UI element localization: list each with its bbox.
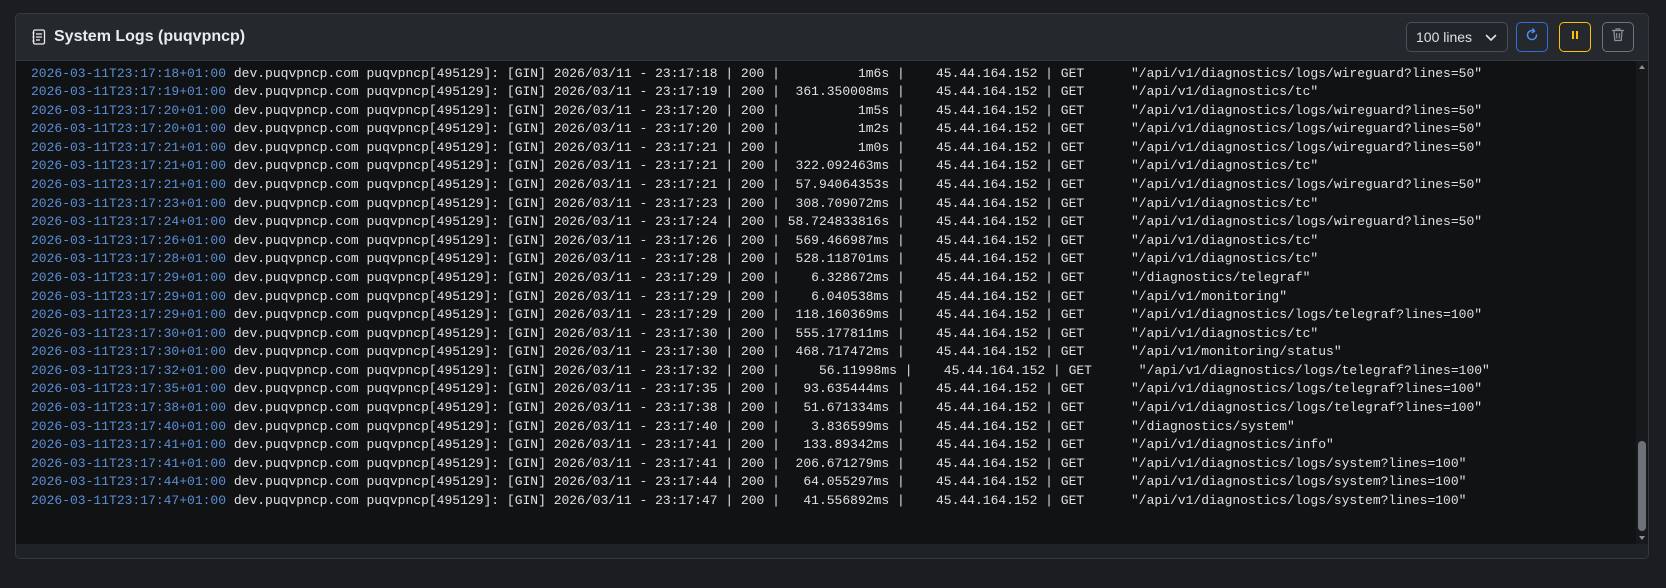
log-line: 2026-03-11T23:17:24+01:00 dev.puqvpncp.c… xyxy=(16,213,1636,232)
log-line: 2026-03-11T23:17:30+01:00 dev.puqvpncp.c… xyxy=(16,325,1636,344)
log-timestamp: 2026-03-11T23:17:30+01:00 xyxy=(31,325,227,341)
log-timestamp: 2026-03-11T23:17:30+01:00 xyxy=(31,344,227,360)
log-message: dev.puqvpncp.com puqvpncp[495129]: [GIN]… xyxy=(226,251,1319,267)
panel-header: System Logs (puqvpncp) 100 lines xyxy=(16,14,1648,61)
log-lines: 2026-03-11T23:17:18+01:00 dev.puqvpncp.c… xyxy=(16,61,1636,510)
log-line: 2026-03-11T23:17:20+01:00 dev.puqvpncp.c… xyxy=(16,120,1636,139)
log-timestamp: 2026-03-11T23:17:32+01:00 xyxy=(31,362,227,378)
log-line: 2026-03-11T23:17:30+01:00 dev.puqvpncp.c… xyxy=(16,343,1636,362)
log-message: dev.puqvpncp.com puqvpncp[495129]: [GIN]… xyxy=(226,288,1288,304)
log-timestamp: 2026-03-11T23:17:18+01:00 xyxy=(31,61,226,62)
trash-icon xyxy=(1611,27,1625,47)
log-message: dev.puqvpncp.com puqvpncp[495129]: [GIN]… xyxy=(226,399,1483,415)
system-logs-panel: System Logs (puqvpncp) 100 lines 2026-03… xyxy=(15,13,1649,559)
log-timestamp: 2026-03-11T23:17:29+01:00 xyxy=(31,307,227,323)
log-timestamp: 2026-03-11T23:17:44+01:00 xyxy=(31,474,227,490)
log-message: dev.puqvpncp.com puqvpncp[495129]: [GIN]… xyxy=(226,455,1467,471)
log-line: 2026-03-11T23:17:21+01:00 dev.puqvpncp.c… xyxy=(16,157,1636,176)
log-message: dev.puqvpncp.com puqvpncp[495129]: [GIN]… xyxy=(226,84,1319,100)
log-message: dev.puqvpncp.com puqvpncp[495129]: [GIN]… xyxy=(226,474,1467,490)
refresh-icon xyxy=(1525,27,1539,47)
log-timestamp: 2026-03-11T23:17:41+01:00 xyxy=(31,455,227,471)
log-line: 2026-03-11T23:17:35+01:00 dev.puqvpncp.c… xyxy=(16,380,1636,399)
log-message: dev.puqvpncp.com puqvpncp[495129]: [GIN]… xyxy=(226,121,1483,137)
log-message: dev.puqvpncp.com puqvpncp[495129]: [GIN]… xyxy=(226,362,1490,378)
log-message: dev.puqvpncp.com puqvpncp[495129]: [GIN]… xyxy=(226,381,1483,397)
log-timestamp: 2026-03-11T23:17:35+01:00 xyxy=(31,381,227,397)
log-timestamp: 2026-03-11T23:17:40+01:00 xyxy=(31,418,227,434)
pause-button[interactable] xyxy=(1559,22,1591,52)
log-message: dev.puqvpncp.com puqvpncp[495129]: [GIN]… xyxy=(226,344,1342,360)
log-line: 2026-03-11T23:17:20+01:00 dev.puqvpncp.c… xyxy=(16,102,1636,121)
log-timestamp: 2026-03-11T23:17:28+01:00 xyxy=(31,251,227,267)
log-line: 2026-03-11T23:17:32+01:00 dev.puqvpncp.c… xyxy=(16,362,1636,381)
log-timestamp: 2026-03-11T23:17:26+01:00 xyxy=(31,232,227,248)
log-timestamp: 2026-03-11T23:17:21+01:00 xyxy=(31,158,227,174)
lines-select[interactable]: 100 lines xyxy=(1406,22,1508,52)
journal-text-icon xyxy=(31,29,48,46)
lines-select-value: 100 lines xyxy=(1416,29,1473,45)
log-timestamp: 2026-03-11T23:17:41+01:00 xyxy=(31,437,227,453)
log-line: 2026-03-11T23:17:38+01:00 dev.puqvpncp.c… xyxy=(16,399,1636,418)
panel-footer xyxy=(16,544,1648,558)
log-message: dev.puqvpncp.com puqvpncp[495129]: [GIN]… xyxy=(226,232,1319,248)
log-timestamp: 2026-03-11T23:17:38+01:00 xyxy=(31,399,227,415)
log-line: 2026-03-11T23:17:21+01:00 dev.puqvpncp.c… xyxy=(16,176,1636,195)
log-message: dev.puqvpncp.com puqvpncp[495129]: [GIN]… xyxy=(226,269,1311,285)
log-message: dev.puqvpncp.com puqvpncp[495129]: [GIN]… xyxy=(226,65,1483,81)
log-timestamp: 2026-03-11T23:17:24+01:00 xyxy=(31,214,227,230)
chevron-down-icon xyxy=(1485,29,1497,45)
log-line: 2026-03-11T23:17:41+01:00 dev.puqvpncp.c… xyxy=(16,436,1636,455)
log-timestamp: 2026-03-11T23:17:23+01:00 xyxy=(31,195,227,211)
log-line: 2026-03-11T23:17:28+01:00 dev.puqvpncp.c… xyxy=(16,250,1636,269)
log-timestamp: 2026-03-11T23:17:19+01:00 xyxy=(31,84,227,100)
log-timestamp: 2026-03-11T23:17:47+01:00 xyxy=(31,492,227,508)
log-line: 2026-03-11T23:17:47+01:00 dev.puqvpncp.c… xyxy=(16,492,1636,511)
log-message: dev.puqvpncp.com puqvpncp[495129]: [GIN]… xyxy=(226,158,1319,174)
log-line: 2026-03-11T23:17:23+01:00 dev.puqvpncp.c… xyxy=(16,195,1636,214)
log-message: dev.puqvpncp.com puqvpncp[495129]: [GIN]… xyxy=(226,139,1483,155)
log-message: dev.puqvpncp.com puqvpncp[495129]: [GIN]… xyxy=(226,437,1334,453)
log-output[interactable]: 2026-03-11T23:17:18+01:00 dev.puqvpncp.c… xyxy=(16,61,1636,544)
log-line: 2026-03-11T23:17:21+01:00 dev.puqvpncp.c… xyxy=(16,139,1636,158)
clear-logs-button[interactable] xyxy=(1602,22,1634,52)
panel-title: System Logs (puqvpncp) xyxy=(31,14,245,60)
log-message: dev.puqvpncp.com puqvpncp[495129]: [GIN]… xyxy=(226,325,1319,341)
log-message: dev.puqvpncp.com puqvpncp[495129]: [GIN]… xyxy=(226,492,1467,508)
log-message: dev.puqvpncp.com puqvpncp[495129]: [GIN]… xyxy=(226,214,1483,230)
log-line: 2026-03-11T23:17:29+01:00 dev.puqvpncp.c… xyxy=(16,269,1636,288)
scroll-down-arrow-icon[interactable] xyxy=(1636,532,1648,544)
panel-title-text: System Logs (puqvpncp) xyxy=(54,28,246,45)
log-timestamp: 2026-03-11T23:17:21+01:00 xyxy=(31,177,227,193)
log-timestamp: 2026-03-11T23:17:18+01:00 xyxy=(31,65,227,81)
scrollbar-thumb[interactable] xyxy=(1638,441,1646,531)
log-message: dev.puqvpncp.com puqvpncp[495129]: [GIN]… xyxy=(226,307,1483,323)
log-message: dev.puqvpncp.com puqvpncp[495129]: [GIN]… xyxy=(226,418,1295,434)
log-line: 2026-03-11T23:17:29+01:00 dev.puqvpncp.c… xyxy=(16,288,1636,307)
log-line: 2026-03-11T23:17:44+01:00 dev.puqvpncp.c… xyxy=(16,473,1636,492)
pause-icon xyxy=(1570,28,1580,46)
log-timestamp: 2026-03-11T23:17:29+01:00 xyxy=(31,269,227,285)
log-controls: 100 lines xyxy=(1406,22,1634,52)
log-timestamp: 2026-03-11T23:17:20+01:00 xyxy=(31,102,227,118)
log-message: dev.puqvpncp.com puqvpncp[495129]: [GIN]… xyxy=(226,177,1483,193)
log-scrollbar[interactable] xyxy=(1636,61,1648,544)
log-message: dev.puqvpncp.com puqvpncp[495129]: [GIN]… xyxy=(226,195,1319,211)
log-line: 2026-03-11T23:17:40+01:00 dev.puqvpncp.c… xyxy=(16,418,1636,437)
log-timestamp: 2026-03-11T23:17:20+01:00 xyxy=(31,121,227,137)
log-line: 2026-03-11T23:17:26+01:00 dev.puqvpncp.c… xyxy=(16,232,1636,251)
log-line: 2026-03-11T23:17:41+01:00 dev.puqvpncp.c… xyxy=(16,455,1636,474)
log-timestamp: 2026-03-11T23:17:21+01:00 xyxy=(31,139,227,155)
log-message: dev.puqvpncp.com puqvpncp[495129]: [GIN]… xyxy=(226,61,1326,62)
refresh-button[interactable] xyxy=(1516,22,1548,52)
log-line: 2026-03-11T23:17:29+01:00 dev.puqvpncp.c… xyxy=(16,306,1636,325)
log-message: dev.puqvpncp.com puqvpncp[495129]: [GIN]… xyxy=(226,102,1483,118)
log-line: 2026-03-11T23:17:18+01:00 dev.puqvpncp.c… xyxy=(16,65,1636,84)
scroll-up-arrow-icon[interactable] xyxy=(1636,61,1648,73)
log-line: 2026-03-11T23:17:19+01:00 dev.puqvpncp.c… xyxy=(16,83,1636,102)
log-timestamp: 2026-03-11T23:17:29+01:00 xyxy=(31,288,227,304)
